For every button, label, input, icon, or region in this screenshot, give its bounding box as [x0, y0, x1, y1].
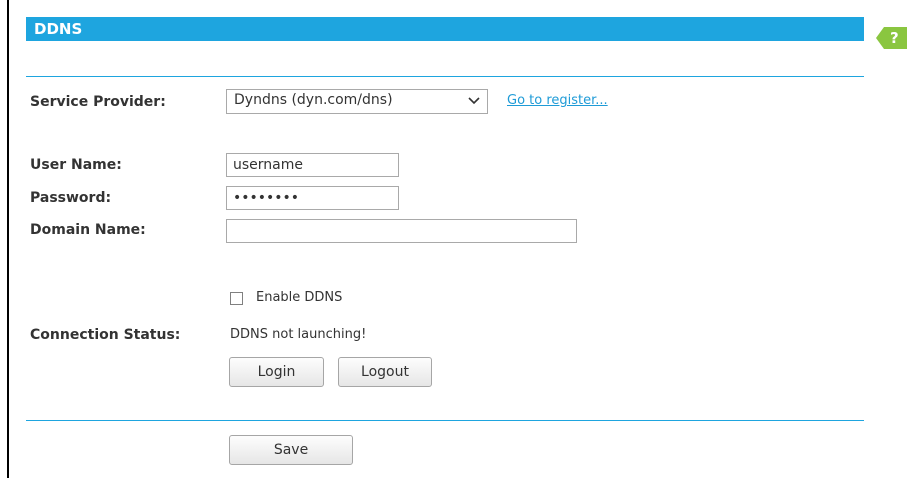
left-frame-border	[7, 0, 9, 478]
domain-name-label: Domain Name:	[30, 222, 146, 238]
password-label: Password:	[30, 190, 112, 206]
logout-button[interactable]: Logout	[338, 357, 432, 387]
connection-status-label: Connection Status:	[30, 327, 181, 343]
password-input[interactable]	[226, 186, 399, 210]
login-button[interactable]: Login	[229, 357, 324, 387]
connection-status-value: DDNS not launching!	[230, 327, 367, 342]
service-provider-selected: Dyndns (dyn.com/dns)	[234, 92, 393, 108]
bottom-divider	[26, 420, 864, 421]
domain-name-input[interactable]	[226, 219, 577, 243]
user-name-label: User Name:	[30, 157, 122, 173]
service-provider-label: Service Provider:	[30, 94, 166, 110]
go-to-register-link[interactable]: Go to register...	[507, 93, 608, 108]
chevron-down-icon	[468, 97, 480, 105]
top-divider	[26, 76, 864, 77]
enable-ddns-checkbox[interactable]	[230, 292, 243, 305]
page-title: DDNS	[26, 17, 864, 41]
user-name-input[interactable]	[226, 153, 399, 177]
service-provider-select[interactable]: Dyndns (dyn.com/dns)	[226, 89, 488, 114]
enable-ddns-label: Enable DDNS	[256, 290, 343, 305]
help-icon[interactable]: ?	[876, 27, 907, 49]
save-button[interactable]: Save	[229, 435, 353, 465]
